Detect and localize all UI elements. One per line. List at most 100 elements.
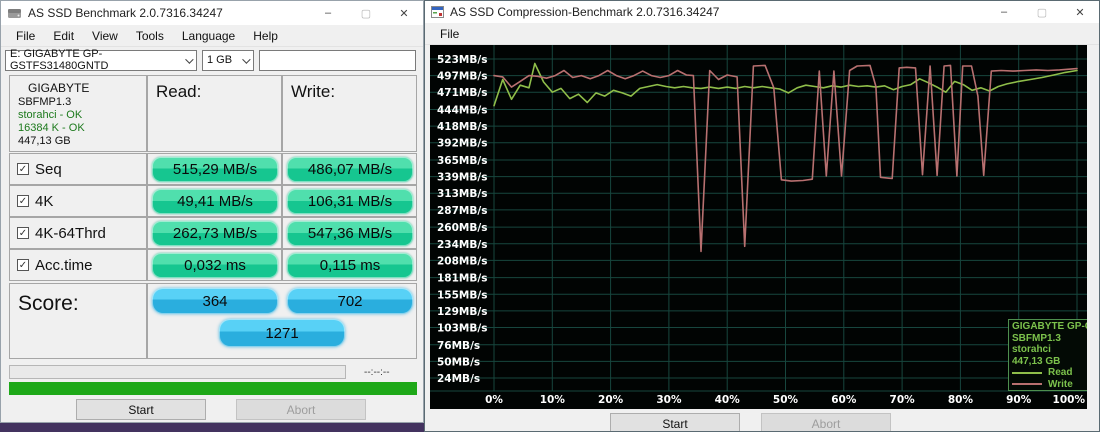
svg-text:20%: 20% (598, 394, 624, 406)
drive-firmware: SBFMP1.3 (10, 96, 146, 109)
svg-text:50MB/s: 50MB/s (437, 356, 480, 368)
cell-4k-read: 49,41 MB/s (147, 185, 282, 217)
close-button[interactable]: ✕ (1061, 1, 1099, 23)
value-seq-read: 515,29 MB/s (152, 157, 278, 182)
legend-capacity: 447,13 GB (1012, 356, 1087, 368)
svg-text:50%: 50% (773, 394, 799, 406)
menu-file[interactable]: File (7, 26, 44, 46)
write-line-swatch (1012, 383, 1042, 385)
svg-text:40%: 40% (715, 394, 741, 406)
compression-chart: 523MB/s497MB/s471MB/s444MB/s418MB/s392MB… (430, 45, 1087, 409)
menu-language[interactable]: Language (173, 26, 244, 46)
value-4k64-read: 262,73 MB/s (152, 221, 278, 246)
maximize-button[interactable]: ▢ (347, 1, 385, 25)
svg-text:287MB/s: 287MB/s (437, 205, 487, 217)
menubar: File Edit View Tools Language Help (1, 25, 423, 47)
minimize-button[interactable]: – (309, 1, 347, 25)
row-label-seq: ✓Seq (9, 153, 147, 185)
menu-tools[interactable]: Tools (127, 26, 173, 46)
maximize-button[interactable]: ▢ (1023, 1, 1061, 23)
menubar: File (425, 23, 1099, 45)
row-label-4k64: ✓4K-64Thrd (9, 217, 147, 249)
abort-button[interactable]: Abort (236, 399, 366, 420)
abort-button[interactable]: Abort (761, 413, 891, 432)
svg-text:234MB/s: 234MB/s (437, 239, 487, 251)
svg-text:523MB/s: 523MB/s (437, 54, 487, 66)
svg-text:0%: 0% (485, 394, 503, 406)
cell-seq-read: 515,29 MB/s (147, 153, 282, 185)
score-panel: 364 702 1271 (147, 283, 417, 359)
cell-4k64-read: 262,73 MB/s (147, 217, 282, 249)
minimize-button[interactable]: – (985, 1, 1023, 23)
svg-text:313MB/s: 313MB/s (437, 188, 487, 200)
legend-write-label: Write (1048, 379, 1073, 391)
svg-text:471MB/s: 471MB/s (437, 87, 487, 99)
value-4k-read: 49,41 MB/s (152, 189, 278, 214)
chevron-down-icon (242, 55, 250, 63)
drive-alignment-status: 16384 K - OK (10, 122, 146, 135)
close-button[interactable]: ✕ (385, 1, 423, 25)
cell-seq-write: 486,07 MB/s (282, 153, 417, 185)
titlebar[interactable]: AS SSD Benchmark 2.0.7316.34247 – ▢ ✕ (1, 1, 423, 25)
start-button[interactable]: Start (76, 399, 206, 420)
svg-text:80%: 80% (948, 394, 974, 406)
score-write: 702 (287, 288, 413, 314)
legend-read-label: Read (1048, 367, 1072, 379)
drive-capacity: 447,13 GB (10, 135, 146, 148)
drive-info-panel: GIGABYTE SBFMP1.3 storahci - OK 16384 K … (9, 75, 147, 152)
score-total: 1271 (219, 319, 345, 347)
svg-text:181MB/s: 181MB/s (437, 273, 487, 285)
chart-plot: 523MB/s497MB/s471MB/s444MB/s418MB/s392MB… (430, 45, 1087, 409)
score-read: 364 (152, 288, 278, 314)
comment-input[interactable] (259, 50, 416, 71)
drive-icon (7, 7, 22, 20)
svg-text:60%: 60% (831, 394, 857, 406)
drive-select[interactable]: E: GIGABYTE GP-GSTFS31480GNTD (5, 50, 197, 71)
cell-4k64-write: 547,36 MB/s (282, 217, 417, 249)
benchmark-window: AS SSD Benchmark 2.0.7316.34247 – ▢ ✕ Fi… (0, 0, 424, 423)
menu-view[interactable]: View (83, 26, 127, 46)
start-button[interactable]: Start (610, 413, 740, 432)
checkbox-4k64[interactable]: ✓ (17, 227, 29, 239)
row-label-4k: ✓4K (9, 185, 147, 217)
read-column-header: Read: (147, 75, 282, 152)
menu-file[interactable]: File (431, 24, 468, 44)
toolbar: E: GIGABYTE GP-GSTFS31480GNTD 1 GB (1, 48, 423, 72)
menu-help[interactable]: Help (244, 26, 287, 46)
legend-driver: storahci (1012, 344, 1087, 356)
checkbox-acctime[interactable]: ✓ (17, 259, 29, 271)
value-4k64-write: 547,36 MB/s (287, 221, 413, 246)
elapsed-time: --:--:-- (364, 367, 390, 378)
titlebar[interactable]: AS SSD Compression-Benchmark 2.0.7316.34… (425, 1, 1099, 23)
progress-bar (9, 365, 346, 379)
read-line-swatch (1012, 372, 1042, 374)
value-4k-write: 106,31 MB/s (287, 189, 413, 214)
write-column-header: Write: (282, 75, 417, 152)
chart-legend: GIGABYTE GP-GST SBFMP1.3 storahci 447,13… (1008, 319, 1087, 391)
app-icon (431, 6, 444, 18)
row-label-acctime: ✓Acc.time (9, 249, 147, 281)
value-seq-write: 486,07 MB/s (287, 157, 413, 182)
svg-text:10%: 10% (540, 394, 566, 406)
checkbox-seq[interactable]: ✓ (17, 163, 29, 175)
svg-text:497MB/s: 497MB/s (437, 71, 487, 83)
cell-acctime-read: 0,032 ms (147, 249, 282, 281)
svg-text:90%: 90% (1006, 394, 1032, 406)
status-bar-green (9, 382, 417, 395)
svg-text:392MB/s: 392MB/s (437, 138, 487, 150)
test-size-select[interactable]: 1 GB (202, 50, 254, 71)
checkbox-4k[interactable]: ✓ (17, 195, 29, 207)
legend-drive: GIGABYTE GP-GST (1012, 321, 1087, 333)
value-acctime-write: 0,115 ms (287, 253, 413, 278)
svg-text:70%: 70% (890, 394, 916, 406)
svg-text:339MB/s: 339MB/s (437, 172, 487, 184)
svg-text:24MB/s: 24MB/s (437, 373, 480, 385)
window-title: AS SSD Benchmark 2.0.7316.34247 (28, 6, 223, 20)
svg-text:365MB/s: 365MB/s (437, 155, 487, 167)
compression-benchmark-window: AS SSD Compression-Benchmark 2.0.7316.34… (424, 0, 1100, 432)
menu-edit[interactable]: Edit (44, 26, 83, 46)
svg-text:76MB/s: 76MB/s (437, 340, 480, 352)
cell-4k-write: 106,31 MB/s (282, 185, 417, 217)
drive-vendor: GIGABYTE (10, 76, 146, 96)
svg-text:129MB/s: 129MB/s (437, 306, 487, 318)
